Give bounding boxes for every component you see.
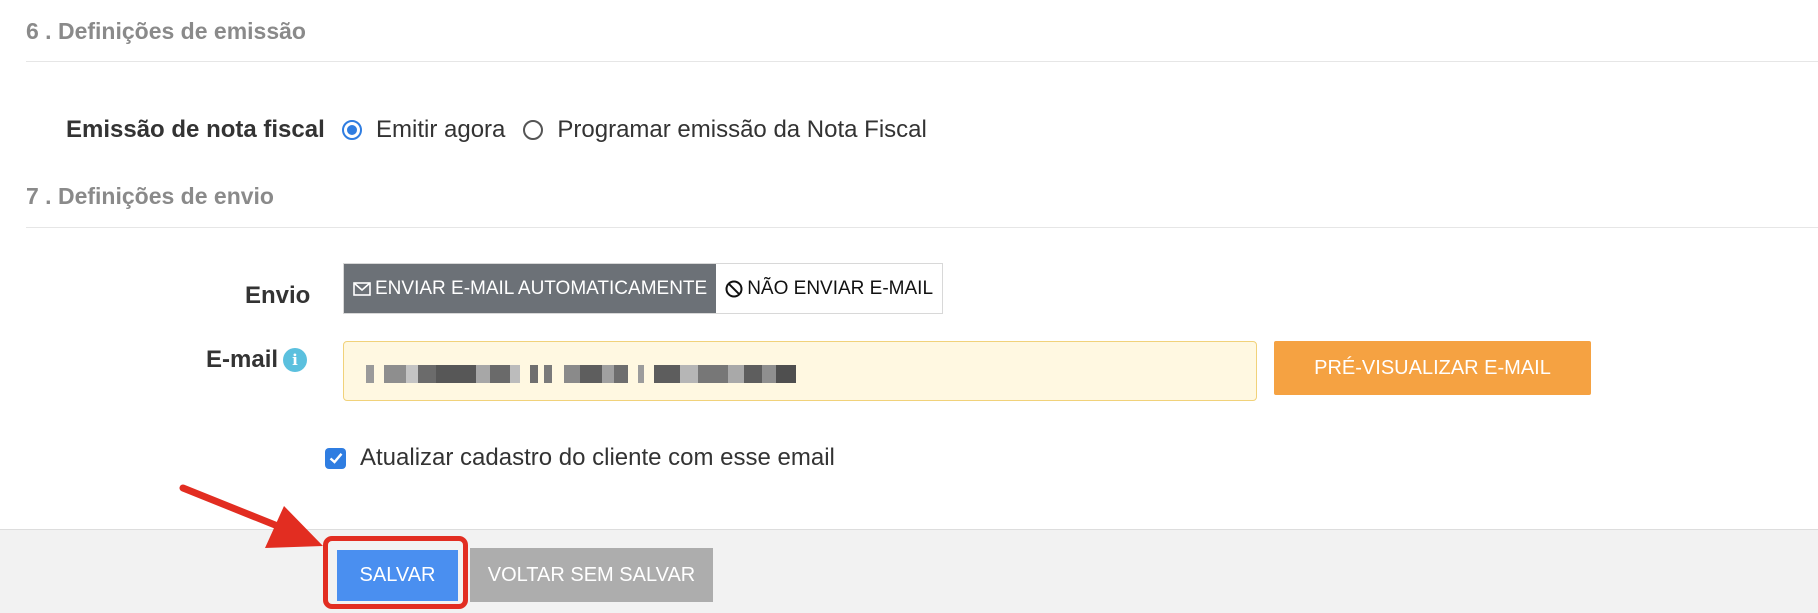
save-button-highlight [323, 536, 468, 609]
checkmark-icon [329, 453, 342, 464]
email-label: E-mail [206, 346, 279, 373]
update-client-email-row[interactable]: Atualizar cadastro do cliente com esse e… [325, 444, 835, 472]
section-6-title: 6 . Definições de emissão [26, 18, 306, 44]
radio-programar-emissao[interactable]: Programar emissão da Nota Fiscal [523, 116, 944, 144]
envelope-icon [353, 281, 371, 296]
email-redacted-value [366, 364, 796, 384]
update-client-email-checkbox[interactable] [325, 447, 346, 469]
email-field[interactable] [343, 341, 1257, 401]
nota-fiscal-label: Emissão de nota fiscal [66, 116, 325, 143]
section-6-divider [26, 61, 1818, 62]
back-without-saving-button[interactable]: VOLTAR SEM SALVAR [470, 548, 713, 602]
envio-toggle-group: ENVIAR E-MAIL AUTOMATICAMENTE NÃO ENVIAR… [343, 263, 944, 314]
enviar-email-automaticamente-label: ENVIAR E-MAIL AUTOMATICAMENTE [375, 277, 708, 299]
section-7-divider [26, 227, 1818, 228]
radio-programar-emissao-label: Programar emissão da Nota Fiscal [557, 116, 927, 143]
info-icon[interactable]: i [283, 348, 307, 372]
envio-label: Envio [245, 282, 311, 309]
radio-emitir-agora-label: Emitir agora [376, 116, 506, 143]
form-footer [0, 529, 1818, 613]
nota-fiscal-radio-group: Emitir agora Programar emissão da Nota F… [342, 116, 945, 144]
nao-enviar-email-label: NÃO ENVIAR E-MAIL [747, 277, 934, 299]
preview-email-button[interactable]: PRÉ-VISUALIZAR E-MAIL [1274, 341, 1591, 395]
radio-programar-emissao-circle[interactable] [523, 120, 544, 140]
update-client-email-label: Atualizar cadastro do cliente com esse e… [360, 444, 835, 471]
radio-emitir-agora-circle[interactable] [342, 120, 362, 140]
enviar-email-automaticamente-button[interactable]: ENVIAR E-MAIL AUTOMATICAMENTE [344, 264, 717, 313]
ban-icon [725, 280, 743, 297]
nao-enviar-email-button[interactable]: NÃO ENVIAR E-MAIL [716, 264, 943, 313]
section-7-title: 7 . Definições de envio [26, 183, 274, 209]
radio-emitir-agora[interactable]: Emitir agora [342, 116, 523, 144]
